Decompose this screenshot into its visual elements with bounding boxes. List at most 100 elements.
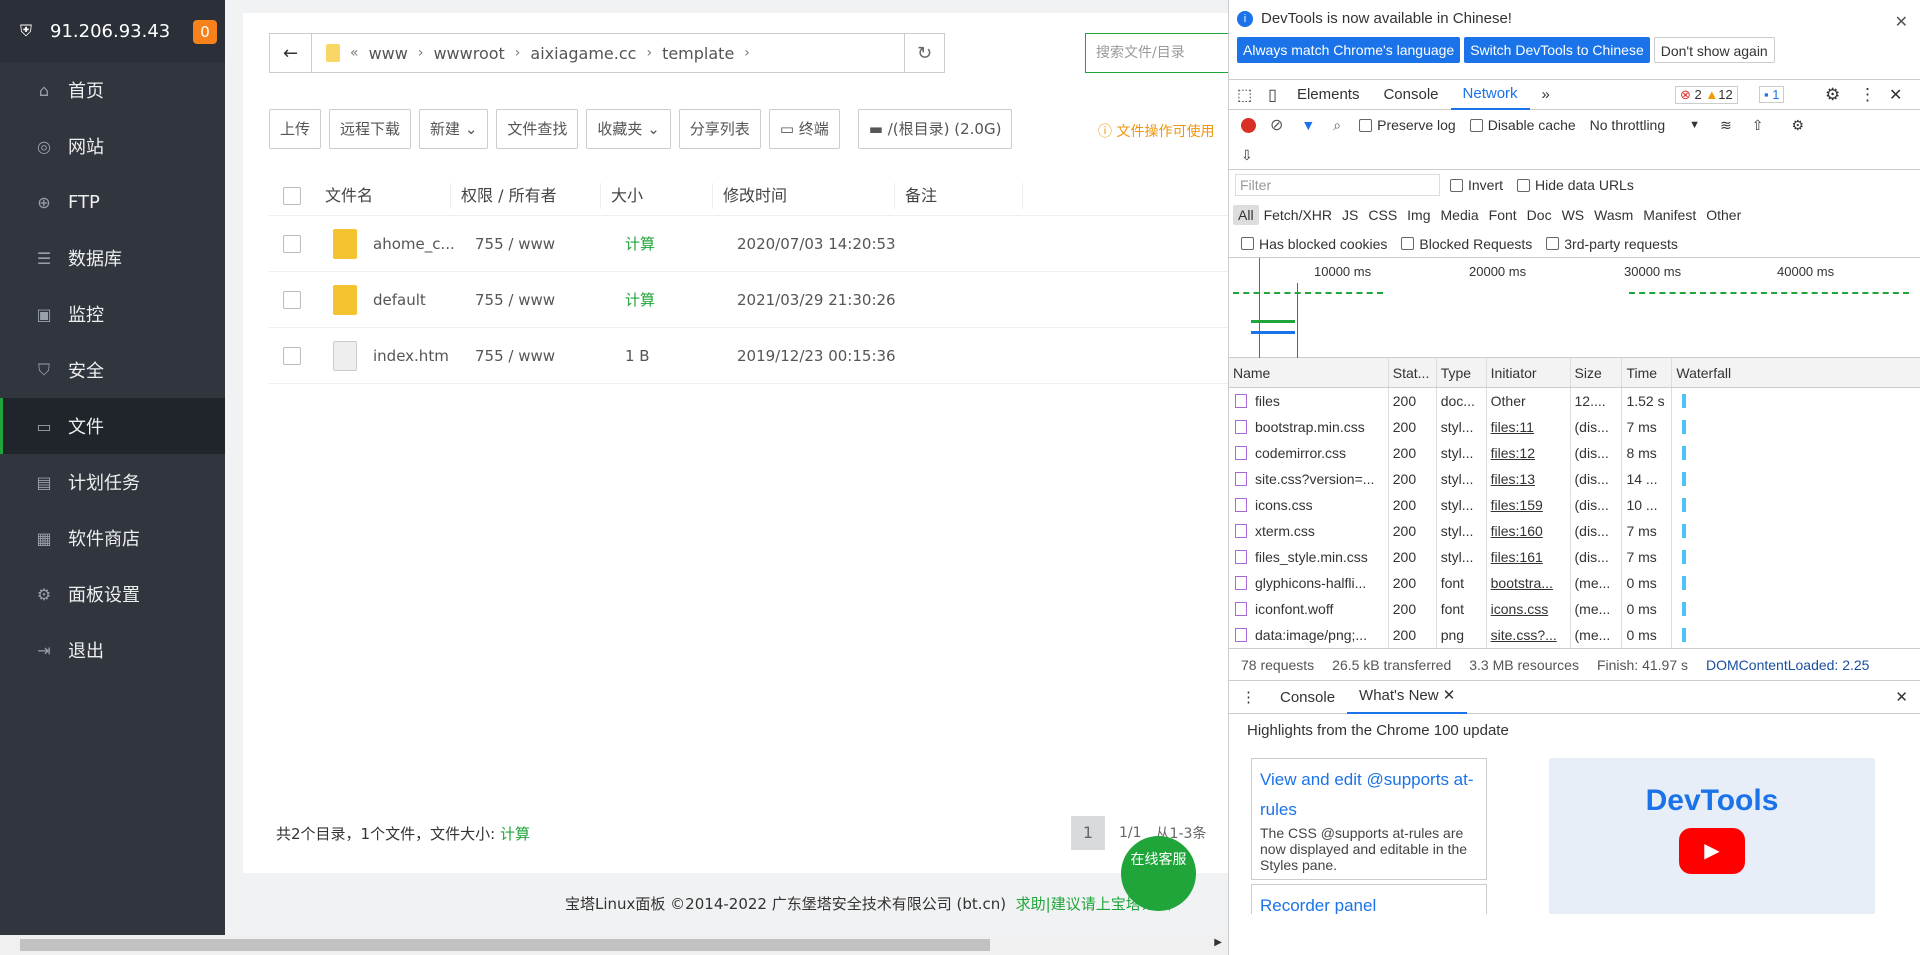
request-row[interactable]: codemirror.css 200 styl... files:12 (dis... 8…	[1229, 440, 1920, 466]
device-toggle-icon[interactable]: ▯	[1260, 85, 1285, 105]
file-permission[interactable]: 755 / www	[475, 347, 625, 365]
file-permission[interactable]: 755 / www	[475, 235, 625, 253]
invert-checkbox[interactable]	[1450, 178, 1463, 192]
disable-cache-checkbox[interactable]	[1469, 118, 1483, 132]
request-init[interactable]: icons.css	[1487, 596, 1571, 622]
sidebar-item-cron[interactable]: ▤ 计划任务	[0, 454, 225, 510]
clear-icon[interactable]: ⊘	[1270, 115, 1283, 135]
issues-counter[interactable]: ⊗ 2 ▲12	[1675, 85, 1738, 104]
chevron-down-icon[interactable]: ▼	[1689, 119, 1700, 131]
type-filter-font[interactable]: Font	[1484, 205, 1522, 225]
type-filter-doc[interactable]: Doc	[1522, 205, 1557, 225]
request-row[interactable]: glyphicons-halfli... 200 font bootstra... (m…	[1229, 570, 1920, 596]
network-overview[interactable]: 10000 ms 20000 ms 30000 ms 40000 ms	[1229, 258, 1920, 358]
col-waterfall[interactable]: Waterfall	[1672, 358, 1920, 387]
page-1-button[interactable]: 1	[1071, 816, 1105, 850]
sidebar-item-monitor[interactable]: ▣ 监控	[0, 286, 225, 342]
request-row[interactable]: files_style.min.css 200 styl... files:161 (d…	[1229, 544, 1920, 570]
request-row[interactable]: iconfont.woff 200 font icons.css (me... 0 ms	[1229, 596, 1920, 622]
sidebar-item-files[interactable]: ▭ 文件	[0, 398, 225, 454]
request-row[interactable]: site.css?version=... 200 styl... files:13 (d…	[1229, 466, 1920, 492]
request-row[interactable]: icons.css 200 styl... files:159 (dis... 10 ..…	[1229, 492, 1920, 518]
sidebar-item-settings[interactable]: ⚙ 面板设置	[0, 566, 225, 622]
path-segment[interactable]: template	[662, 44, 734, 63]
disk-button[interactable]: ▬ /(根目录) (2.0G)	[857, 109, 1013, 149]
col-size[interactable]: Size	[1571, 358, 1623, 387]
col-mtime[interactable]: 修改时间	[713, 182, 895, 209]
scroll-right-icon[interactable]: ▶	[1214, 937, 1222, 948]
col-time[interactable]: Time	[1622, 358, 1673, 387]
sidebar-item-security[interactable]: ⛉ 安全	[0, 342, 225, 398]
col-size[interactable]: 大小	[601, 182, 713, 209]
match-language-button[interactable]: Always match Chrome's language	[1237, 37, 1461, 63]
messages-counter[interactable]: ▪ 1	[1759, 86, 1785, 103]
network-conditions-icon[interactable]: ≋	[1720, 117, 1732, 134]
table-row[interactable]: default 755 / www 计算 2021/03/29 21:30:26	[269, 272, 1229, 328]
more-tabs-icon[interactable]: »	[1530, 86, 1562, 103]
request-init[interactable]: files:159	[1487, 492, 1571, 518]
new-dropdown-button[interactable]: 新建 ⌄	[419, 109, 489, 149]
drawer-menu-icon[interactable]: ⋮	[1229, 688, 1268, 706]
filter-input[interactable]: Filter	[1235, 174, 1440, 196]
file-search-input[interactable]: 搜索文件/目录	[1085, 33, 1245, 73]
third-party-checkbox[interactable]	[1546, 237, 1560, 250]
upload-button[interactable]: 上传	[269, 109, 322, 149]
share-list-button[interactable]: 分享列表	[678, 109, 761, 149]
blocked-cookies-checkbox[interactable]	[1241, 237, 1254, 250]
blocked-requests-checkbox[interactable]	[1401, 237, 1415, 250]
type-filter-ws[interactable]: WS	[1557, 205, 1590, 225]
type-filter-other[interactable]: Other	[1701, 205, 1746, 225]
type-filter-all[interactable]: All	[1233, 205, 1259, 225]
file-name[interactable]: index.htm	[373, 347, 475, 365]
sidebar-item-home[interactable]: ⌂ 首页	[0, 62, 225, 118]
refresh-button[interactable]: ↻	[904, 34, 944, 72]
file-name[interactable]: default	[373, 291, 475, 309]
type-filter-wasm[interactable]: Wasm	[1589, 205, 1638, 225]
calc-size-link[interactable]: 计算	[500, 825, 530, 843]
table-row[interactable]: index.htm 755 / www 1 B 2019/12/23 00:15…	[269, 328, 1229, 384]
favorites-dropdown-button[interactable]: 收藏夹 ⌄	[586, 109, 671, 149]
play-icon[interactable]: ▶	[1679, 828, 1745, 874]
col-name[interactable]: Name	[1229, 358, 1389, 387]
dont-show-button[interactable]: Don't show again	[1653, 37, 1775, 63]
back-button[interactable]: ←	[270, 34, 312, 72]
select-all-checkbox[interactable]	[283, 186, 301, 205]
row-checkbox[interactable]	[283, 346, 301, 365]
sidebar-item-database[interactable]: ☰ 数据库	[0, 230, 225, 286]
tab-network[interactable]: Network	[1450, 80, 1530, 110]
type-filter-manifest[interactable]: Manifest	[1638, 205, 1701, 225]
feature-card[interactable]: View and edit @supports at-rules The CSS…	[1251, 758, 1487, 880]
request-init[interactable]: files:161	[1487, 544, 1571, 570]
table-row[interactable]: ahome_c... 755 / www 计算 2020/07/03 14:20…	[269, 216, 1229, 272]
feature-card[interactable]: Recorder panel	[1251, 884, 1487, 914]
import-icon[interactable]: ⇧	[1752, 117, 1764, 134]
scrollbar-thumb[interactable]	[20, 939, 990, 951]
settings-icon[interactable]: ⚙	[1825, 85, 1840, 105]
row-checkbox[interactable]	[283, 290, 301, 309]
request-row[interactable]: bootstrap.min.css 200 styl... files:11 (dis.…	[1229, 414, 1920, 440]
export-icon[interactable]: ⇩	[1241, 147, 1253, 164]
drawer-tab-whats-new[interactable]: What's New ✕	[1347, 680, 1468, 714]
notification-badge[interactable]: 0	[193, 20, 217, 44]
request-row[interactable]: xterm.css 200 styl... files:160 (dis... 7 ms	[1229, 518, 1920, 544]
file-size[interactable]: 计算	[625, 289, 737, 310]
request-init[interactable]: Other	[1487, 388, 1571, 414]
close-icon[interactable]: ✕	[1895, 12, 1908, 32]
sidebar-item-ftp[interactable]: ⊕ FTP	[0, 174, 225, 230]
col-initiator[interactable]: Initiator	[1487, 358, 1571, 387]
col-type[interactable]: Type	[1437, 358, 1487, 387]
file-name[interactable]: ahome_c...	[373, 235, 475, 253]
request-row[interactable]: files 200 doc... Other 12.... 1.52 s	[1229, 388, 1920, 414]
request-init[interactable]: bootstra...	[1487, 570, 1571, 596]
close-tab-icon[interactable]: ✕	[1443, 687, 1456, 704]
path-segment[interactable]: www	[369, 44, 408, 63]
request-init[interactable]: files:160	[1487, 518, 1571, 544]
tab-elements[interactable]: Elements	[1285, 86, 1372, 103]
request-init[interactable]: files:11	[1487, 414, 1571, 440]
double-chevron-icon[interactable]: «	[350, 45, 359, 61]
file-permission[interactable]: 755 / www	[475, 291, 625, 309]
close-drawer-icon[interactable]: ✕	[1895, 688, 1908, 706]
row-checkbox[interactable]	[283, 234, 301, 253]
online-support-button[interactable]: 在线客服	[1121, 836, 1196, 911]
network-settings-icon[interactable]: ⚙	[1791, 117, 1804, 134]
